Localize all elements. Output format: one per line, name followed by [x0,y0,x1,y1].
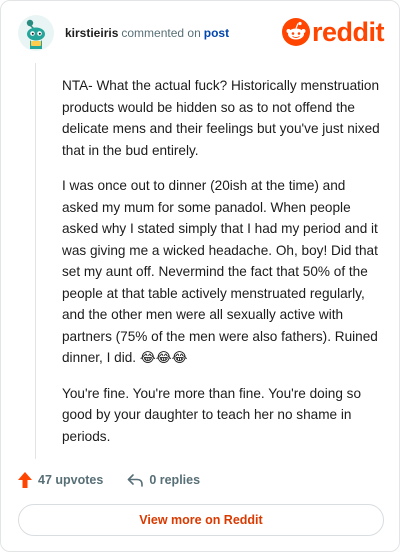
comment-body: NTA- What the actual fuck? Historically … [62,75,380,461]
commented-on-text: commented on [121,26,201,40]
user-avatar-icon[interactable] [18,15,54,51]
embed-card: kirstieiris commented on post reddit NTA- … [0,0,400,552]
comment-paragraph: You're fine. You're more than fine. You'… [62,385,362,444]
replies-count: 0 replies [149,473,201,487]
comment-paragraph: NTA- What the actual fuck? Historically … [62,78,380,158]
comment-header: kirstieiris commented on post reddit [18,15,385,51]
post-link[interactable]: post [204,26,229,40]
reddit-logo-icon [281,18,310,46]
thread-line [35,63,36,459]
replies-button[interactable]: 0 replies [127,473,200,487]
comment-paragraph: I was once out to dinner (20ish at the t… [62,178,378,365]
upvotes-count: 47 upvotes [38,473,104,487]
reply-arrow-icon [128,474,144,487]
view-more-button[interactable]: View more on Reddit [18,504,384,536]
upvote-arrow-icon [18,472,32,488]
username-link[interactable]: kirstieiris [65,26,118,40]
upvote-button[interactable]: 47 upvotes [18,472,103,488]
reddit-brand[interactable]: reddit [281,16,385,47]
reddit-wordmark: reddit [311,16,385,47]
author-line: kirstieiris commented on post [65,26,229,40]
comment-actions: 47 upvotes 0 replies [18,469,200,491]
